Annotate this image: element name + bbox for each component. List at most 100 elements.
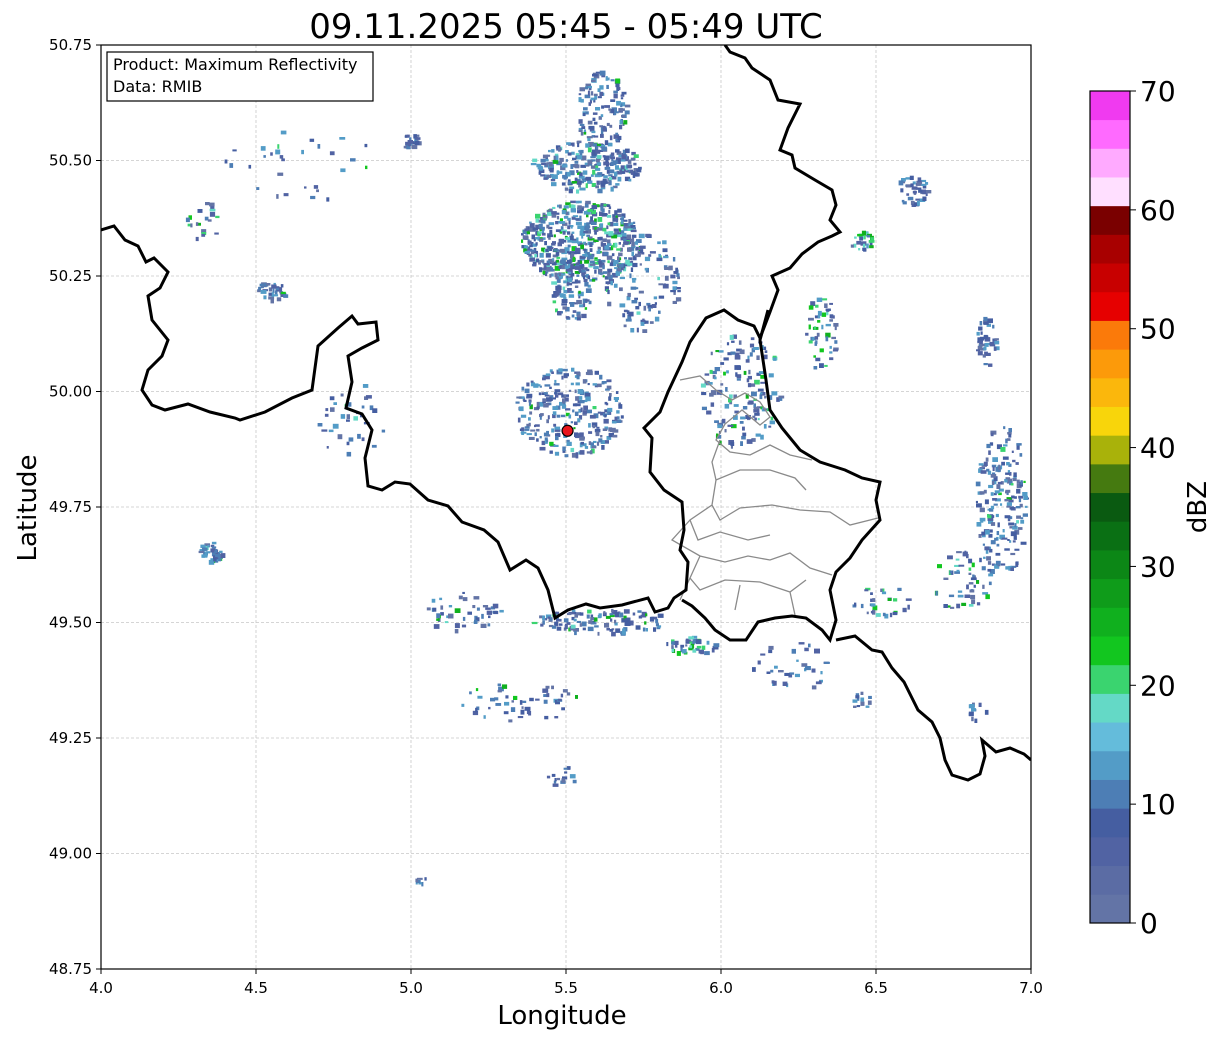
echo-cell [893, 598, 898, 602]
echo-cell [204, 551, 208, 557]
echo-cell [568, 251, 572, 255]
echo-cell [535, 213, 541, 219]
echo-cell [615, 271, 620, 276]
echo-cell [990, 540, 996, 545]
echo-cell [1008, 522, 1015, 526]
echo-cell [195, 222, 199, 226]
echo-cell [606, 164, 609, 167]
echo-cell [620, 217, 625, 220]
echo-cell [670, 290, 676, 293]
colorbar-tick-label: 50 [1140, 313, 1176, 346]
echo-cell [980, 344, 983, 347]
echo-cell [633, 162, 637, 166]
echo-cell [526, 382, 530, 387]
echo-cell [590, 442, 594, 446]
echo-cell [996, 484, 1001, 489]
echo-cell [633, 154, 639, 158]
echo-cell [717, 424, 723, 429]
echo-cell [614, 242, 618, 247]
echo-cell [657, 613, 664, 618]
echo-cell [751, 391, 757, 397]
echo-cell [710, 390, 717, 396]
echo-cell [577, 433, 581, 437]
echo-cell [559, 221, 566, 224]
echo-cell [594, 269, 597, 274]
echo-cell [825, 308, 831, 311]
echo-cell [562, 286, 566, 291]
echo-cell [326, 197, 330, 202]
echo-cell [340, 168, 346, 173]
echo-cell [555, 221, 559, 225]
echo-cell [968, 711, 974, 717]
echo-cell [632, 262, 638, 268]
echo-cell [981, 566, 986, 571]
echo-cell [658, 253, 661, 258]
echo-cell [604, 414, 607, 418]
echo-cell [632, 612, 636, 616]
echo-cell [549, 229, 553, 235]
echo-cell [987, 568, 992, 572]
echo-cell [372, 408, 378, 413]
echo-cell [618, 154, 622, 157]
echo-cell [740, 416, 746, 420]
echo-cell [578, 129, 583, 132]
echo-cell [473, 596, 480, 600]
echo-cell [601, 381, 607, 384]
echo-cell [555, 252, 560, 256]
echo-cell [600, 114, 604, 118]
echo-cell [948, 594, 955, 598]
echo-cell [260, 146, 266, 151]
echo-cell [911, 186, 918, 190]
echo-cell [560, 259, 566, 265]
echo-cell [685, 644, 688, 647]
echo-cell [624, 621, 631, 626]
echo-cell [677, 289, 681, 293]
echo-cell [590, 617, 595, 621]
echo-cell [574, 317, 577, 320]
echo-cell [544, 241, 547, 246]
echo-cell [607, 407, 613, 412]
echo-cell [1023, 480, 1026, 483]
echo-cell [615, 165, 619, 170]
echo-cell [860, 697, 865, 702]
echo-cell [768, 649, 773, 654]
echo-cell [745, 359, 750, 363]
echo-cell [275, 287, 279, 290]
echo-cell [563, 618, 569, 623]
echo-cell [926, 190, 932, 194]
echo-cell [980, 331, 983, 335]
echo-cell [664, 275, 669, 281]
echo-cell [212, 548, 215, 551]
echo-cell [982, 592, 989, 595]
echo-cell [578, 290, 581, 294]
echo-cell [362, 384, 369, 388]
echo-cell [784, 672, 790, 676]
echo-cell [978, 463, 984, 466]
echo-cell [595, 107, 601, 111]
echo-cell [606, 239, 611, 244]
echo-cell [606, 225, 609, 230]
echo-cell [531, 621, 538, 625]
echo-cell [618, 252, 623, 257]
echo-cell [983, 321, 989, 325]
echo-cell [956, 569, 960, 572]
echo-cell [597, 631, 600, 636]
echo-cell [215, 554, 220, 557]
echo-cell [588, 236, 593, 239]
echo-cell [955, 558, 960, 561]
echo-cell [611, 631, 616, 637]
echo-cell [497, 683, 502, 687]
echo-cell [520, 414, 527, 418]
echo-cell [577, 225, 583, 229]
echo-cell [543, 177, 548, 180]
echo-cell [570, 164, 574, 169]
info-box: Product: Maximum Reflectivity Data: RMIB [106, 51, 374, 102]
echo-cell [747, 383, 752, 388]
echo-cell [976, 349, 980, 352]
echo-cell [1011, 450, 1014, 453]
echo-cell [757, 660, 761, 665]
echo-cell [640, 321, 645, 326]
echo-cell [211, 541, 217, 545]
echo-cell [670, 274, 676, 279]
echo-cell [539, 238, 544, 242]
